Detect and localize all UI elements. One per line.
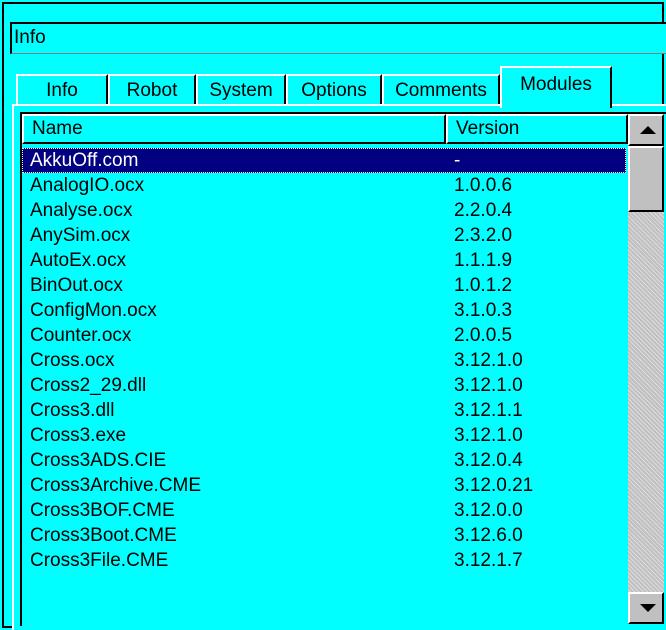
column-header-name[interactable]: Name — [22, 114, 446, 144]
list-item[interactable]: Analyse.ocx 2.2.0.4 — [22, 198, 626, 223]
list-item[interactable]: Cross3Boot.CME 3.12.6.0 — [22, 523, 626, 548]
module-name: Cross3.dll — [30, 400, 115, 421]
list-item[interactable]: Cross3File.CME 3.12.1.7 — [22, 548, 626, 573]
list-item[interactable]: Cross3ADS.CIE 3.12.0.4 — [22, 448, 626, 473]
list-item[interactable]: ConfigMon.ocx 3.1.0.3 — [22, 298, 626, 323]
list-item[interactable]: AnalogIO.ocx 1.0.0.6 — [22, 173, 626, 198]
list-item[interactable]: BinOut.ocx 1.0.1.2 — [22, 273, 626, 298]
module-name: AnySim.ocx — [30, 225, 131, 246]
module-name: Counter.ocx — [30, 325, 132, 346]
module-name: BinOut.ocx — [30, 275, 123, 296]
list-item[interactable]: Cross3Archive.CME 3.12.0.21 — [22, 473, 626, 498]
module-name: Cross2_29.dll — [30, 375, 147, 396]
module-version: - — [454, 150, 461, 171]
list-item[interactable]: Cross3BOF.CME 3.12.0.0 — [22, 498, 626, 523]
list-item[interactable]: Cross2_29.dll 3.12.1.0 — [22, 373, 626, 398]
arrow-up-icon — [640, 126, 656, 134]
tab-robot[interactable]: Robot — [108, 74, 196, 106]
module-version: 3.12.0.21 — [454, 475, 534, 496]
module-name: Cross3Boot.CME — [30, 525, 177, 546]
list-rows: AkkuOff.com - AnalogIO.ocx 1.0.0.6 Analyse.o… — [22, 148, 626, 573]
list-header: Name Version — [22, 114, 628, 144]
list-item[interactable]: AutoEx.ocx 1.1.1.9 — [22, 248, 626, 273]
scroll-up-button[interactable] — [628, 114, 664, 146]
module-version: 3.12.1.0 — [454, 350, 523, 371]
module-name: AutoEx.ocx — [30, 250, 127, 271]
tab-options[interactable]: Options — [286, 74, 382, 106]
tab-modules[interactable]: Modules — [500, 66, 612, 108]
module-name: Cross.ocx — [30, 350, 115, 371]
module-version: 2.0.0.5 — [454, 325, 513, 346]
module-version: 3.12.6.0 — [454, 525, 523, 546]
module-name: Cross3BOF.CME — [30, 500, 175, 521]
scroll-down-button[interactable] — [628, 592, 664, 624]
module-name: Cross3ADS.CIE — [30, 450, 167, 471]
module-name: AkkuOff.com — [30, 150, 139, 171]
module-version: 3.12.1.0 — [454, 375, 523, 396]
vertical-scrollbar[interactable] — [628, 114, 664, 624]
list-item[interactable]: AkkuOff.com - — [22, 148, 626, 173]
module-version: 3.12.0.4 — [454, 450, 523, 471]
module-version: 1.1.1.9 — [454, 250, 513, 271]
module-name: AnalogIO.ocx — [30, 175, 145, 196]
column-header-version[interactable]: Version — [446, 114, 628, 144]
module-version: 1.0.0.6 — [454, 175, 513, 196]
list-item[interactable]: Counter.ocx 2.0.0.5 — [22, 323, 626, 348]
module-version: 3.1.0.3 — [454, 300, 513, 321]
list-item[interactable]: AnySim.ocx 2.3.2.0 — [22, 223, 626, 248]
module-name: Cross3.exe — [30, 425, 127, 446]
module-version: 3.12.1.7 — [454, 550, 523, 571]
module-version: 1.0.1.2 — [454, 275, 513, 296]
tab-comments[interactable]: Comments — [382, 74, 500, 106]
scroll-thumb[interactable] — [628, 146, 664, 212]
list-item[interactable]: Cross3.dll 3.12.1.1 — [22, 398, 626, 423]
tab-system[interactable]: System — [196, 74, 286, 106]
tab-info[interactable]: Info — [16, 74, 108, 106]
module-name: Cross3File.CME — [30, 550, 169, 571]
module-name: Analyse.ocx — [30, 200, 133, 221]
module-name: Cross3Archive.CME — [30, 475, 202, 496]
list-item[interactable]: Cross3.exe 3.12.1.0 — [22, 423, 626, 448]
window-title: Info — [10, 22, 666, 54]
module-version: 3.12.1.1 — [454, 400, 523, 421]
list-item[interactable]: Cross.ocx 3.12.1.0 — [22, 348, 626, 373]
arrow-down-icon — [640, 604, 656, 612]
modules-list[interactable]: Name Version AkkuOff.com - AnalogIO.ocx 1.0… — [20, 112, 666, 626]
module-version: 2.3.2.0 — [454, 225, 513, 246]
module-version: 3.12.1.0 — [454, 425, 523, 446]
module-version: 2.2.0.4 — [454, 200, 513, 221]
module-name: ConfigMon.ocx — [30, 300, 157, 321]
module-version: 3.12.0.0 — [454, 500, 523, 521]
